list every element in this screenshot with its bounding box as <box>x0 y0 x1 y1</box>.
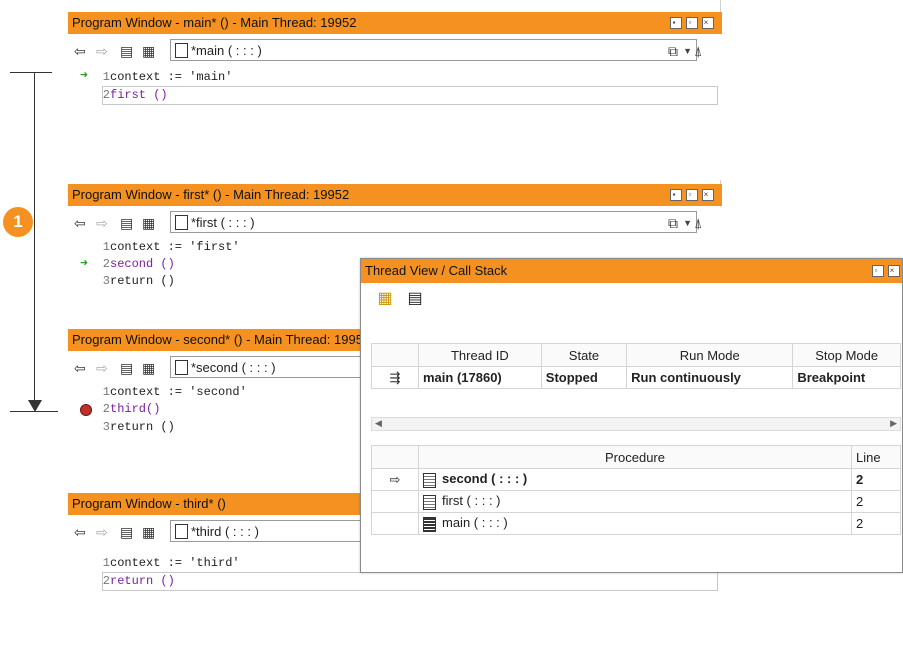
procedure-select-value: *first ( : : : ) <box>191 215 255 230</box>
grid-icon[interactable]: ▦ <box>142 360 155 377</box>
back-arrow-icon[interactable]: ⇦ <box>74 215 86 232</box>
window-title: Program Window - second* () - Main Threa… <box>72 332 371 347</box>
column-header[interactable]: Run Mode <box>626 343 794 367</box>
back-arrow-icon[interactable]: ⇦ <box>74 43 86 60</box>
annotation-top-line <box>10 72 52 73</box>
current-line-highlight <box>102 86 718 105</box>
annotation-vertical-line <box>34 72 35 408</box>
table-row[interactable]: first ( : : : ) 2 <box>371 490 901 513</box>
thread-list-icon[interactable]: ▦ <box>375 289 395 309</box>
current-frame-arrow-icon: ⇨ <box>371 468 419 491</box>
procedure-select-value: *third ( : : : ) <box>191 524 259 539</box>
forward-arrow-icon[interactable]: ⇨ <box>96 360 108 377</box>
close-icon[interactable]: × <box>888 265 900 278</box>
code-line: 1context := 'second' <box>102 385 247 399</box>
call-stack-table: Procedure Line ⇨ second ( : : : ) 2 firs… <box>371 445 901 535</box>
clipboard-icon[interactable]: ▤ <box>120 43 133 60</box>
window-controls: ▫ × <box>868 259 900 283</box>
window-title: Program Window - third* () <box>72 496 226 511</box>
thread-icon: ⇶ <box>371 366 419 389</box>
step-badge: 1 <box>3 207 33 237</box>
code-editor[interactable]: ➜ 1context := 'main' 2first () <box>68 66 722 176</box>
close-icon[interactable]: × <box>702 189 714 202</box>
column-header[interactable]: Line <box>851 445 901 469</box>
code-line: 1context := 'third' <box>102 556 240 570</box>
clear-breakpoints-icon[interactable]: ⍋ <box>694 43 702 60</box>
code-line: 1context := 'first' <box>102 240 240 254</box>
window-titlebar[interactable]: Program Window - main* () - Main Thread:… <box>68 12 722 34</box>
column-header[interactable]: Thread ID <box>418 343 542 367</box>
procedure-select-value: *main ( : : : ) <box>191 43 262 58</box>
program-icon <box>175 360 188 376</box>
pin-icon[interactable]: ▪ <box>670 189 682 202</box>
close-icon[interactable]: × <box>702 17 714 30</box>
program-icon <box>175 43 188 59</box>
procedure-icon <box>423 494 436 510</box>
back-arrow-icon[interactable]: ⇦ <box>74 360 86 377</box>
program-window-main: Program Window - main* () - Main Thread:… <box>68 12 722 180</box>
copy-icon[interactable]: ⧉ <box>668 215 678 232</box>
annotation-arrowhead <box>28 400 42 412</box>
table-row[interactable]: ⇨ second ( : : : ) 2 <box>371 468 901 491</box>
procedure-icon <box>423 472 436 488</box>
thread-view-window: Thread View / Call Stack ▫ × ▦ ▤ Thread I… <box>360 258 903 573</box>
code-line: 2first () <box>102 88 168 102</box>
forward-arrow-icon[interactable]: ⇨ <box>96 524 108 541</box>
grid-icon[interactable]: ▦ <box>142 215 155 232</box>
restore-icon[interactable]: ▫ <box>686 189 698 202</box>
code-line: 2second () <box>102 257 175 271</box>
code-line: 2return () <box>102 574 175 588</box>
procedure-icon <box>423 516 436 532</box>
clipboard-icon[interactable]: ▤ <box>120 215 133 232</box>
column-header <box>371 343 419 367</box>
procedure-select-value: *second ( : : : ) <box>191 360 276 375</box>
procedure-select[interactable]: *first ( : : : ) ▼ <box>170 211 697 233</box>
table-row[interactable]: ⇶ main (17860) Stopped Run continuously … <box>371 366 901 389</box>
thread-view-titlebar[interactable]: Thread View / Call Stack ▫ × <box>361 259 902 283</box>
procedure-select[interactable]: *main ( : : : ) ▼ <box>170 39 697 61</box>
code-line: 2third() <box>102 402 161 416</box>
column-header[interactable]: State <box>540 343 628 367</box>
clipboard-icon[interactable]: ▤ <box>120 524 133 541</box>
code-line: 1context := 'main' <box>102 70 233 84</box>
code-line: 3return () <box>102 274 175 288</box>
pin-icon[interactable]: ▪ <box>670 17 682 30</box>
grid-icon[interactable]: ▦ <box>142 43 155 60</box>
forward-arrow-icon[interactable]: ⇨ <box>96 43 108 60</box>
column-header[interactable]: Procedure <box>418 445 852 469</box>
program-icon <box>175 524 188 540</box>
clipboard-icon[interactable]: ▤ <box>120 360 133 377</box>
horizontal-scrollbar[interactable]: ◀ ▶ <box>371 417 901 431</box>
chevron-down-icon[interactable]: ▼ <box>683 40 692 62</box>
window-title: Program Window - main* () - Main Thread:… <box>72 15 357 30</box>
program-toolbar: ⇦ ⇨ ▤ ▦ *main ( : : : ) ▼ ⧉ ⍋ <box>68 34 722 66</box>
thread-table: Thread ID State Run Mode Stop Mode ⇶ mai… <box>371 343 901 389</box>
window-controls: ▪ ▫ × <box>666 12 714 34</box>
code-line: 3return () <box>102 420 175 434</box>
current-line-highlight <box>102 572 718 591</box>
chevron-down-icon[interactable]: ▼ <box>683 212 692 234</box>
grid-icon[interactable]: ▦ <box>142 524 155 541</box>
table-row[interactable]: main ( : : : ) 2 <box>371 512 901 535</box>
thread-view-toolbar: ▦ ▤ <box>361 283 902 315</box>
copy-icon[interactable]: ⧉ <box>668 43 678 60</box>
window-titlebar[interactable]: Program Window - first* () - Main Thread… <box>68 184 722 206</box>
window-title: Program Window - first* () - Main Thread… <box>72 187 350 202</box>
program-toolbar: ⇦ ⇨ ▤ ▦ *first ( : : : ) ▼ ⧉ ⍋ <box>68 206 722 238</box>
column-header <box>371 445 419 469</box>
restore-icon[interactable]: ▫ <box>872 265 884 278</box>
column-header[interactable]: Stop Mode <box>792 343 901 367</box>
restore-icon[interactable]: ▫ <box>686 17 698 30</box>
back-arrow-icon[interactable]: ⇦ <box>74 524 86 541</box>
forward-arrow-icon[interactable]: ⇨ <box>96 215 108 232</box>
clear-breakpoints-icon[interactable]: ⍋ <box>694 215 702 232</box>
window-controls: ▪ ▫ × <box>666 184 714 206</box>
thread-view-title: Thread View / Call Stack <box>365 263 508 278</box>
program-icon <box>175 215 188 231</box>
call-stack-icon[interactable]: ▤ <box>405 289 425 309</box>
